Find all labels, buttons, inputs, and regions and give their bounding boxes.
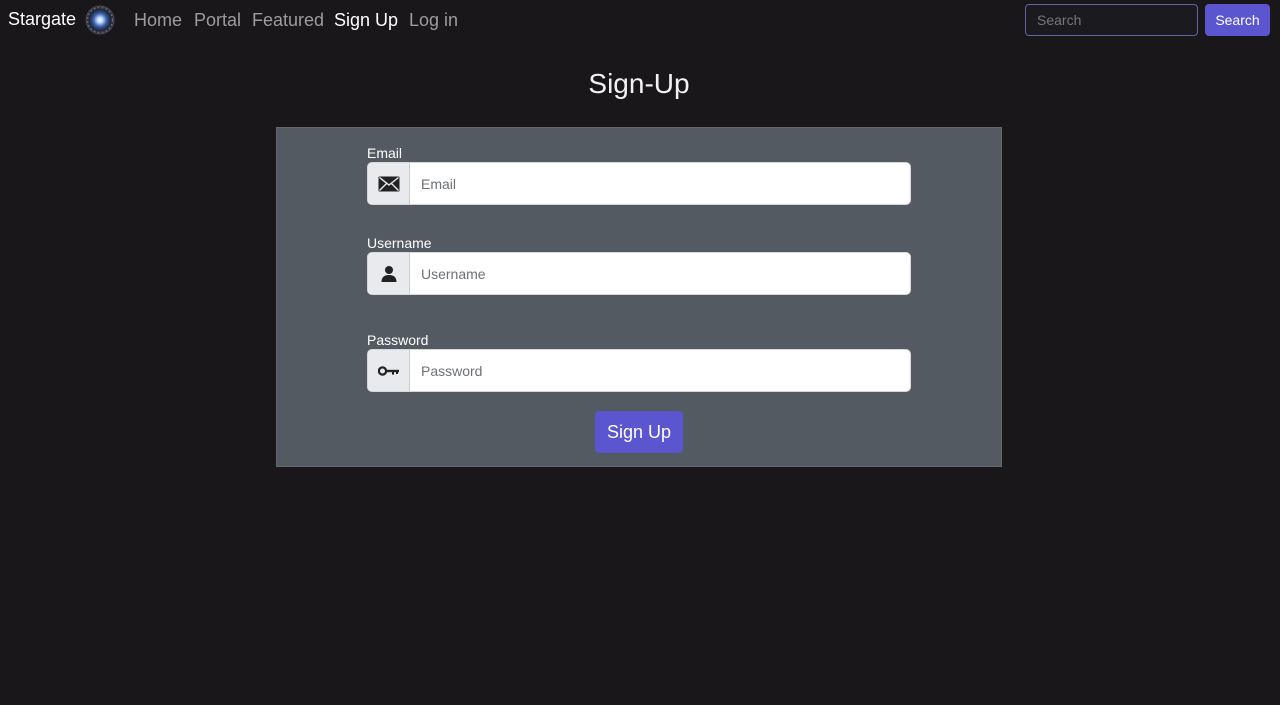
nav-link-log-in[interactable]: Log in [409,9,458,31]
sign-up-button[interactable]: Sign Up [595,411,683,453]
username-label: Username [367,235,432,251]
username-input-group [367,252,911,295]
nav-link-portal[interactable]: Portal [194,9,241,31]
key-icon [368,350,410,391]
top-navbar: Stargate Home Portal Featured Sign Up Lo… [0,0,1280,40]
email-input-group [367,162,911,205]
password-label: Password [367,332,429,348]
nav-link-featured[interactable]: Featured [252,9,324,31]
username-field[interactable] [411,253,910,294]
nav-link-home[interactable]: Home [134,9,182,31]
search-button[interactable]: Search [1205,4,1270,36]
password-field[interactable] [411,350,910,391]
password-input-group [367,349,911,392]
envelope-icon [368,163,410,204]
email-label: Email [367,145,403,161]
person-icon [368,253,410,294]
page-title: Sign-Up [588,68,690,99]
search-input[interactable] [1025,4,1198,36]
nav-link-sign-up[interactable]: Sign Up [334,9,398,31]
stargate-logo-icon[interactable] [85,5,115,35]
email-field[interactable] [411,163,910,204]
brand-name[interactable]: Stargate [8,8,76,30]
